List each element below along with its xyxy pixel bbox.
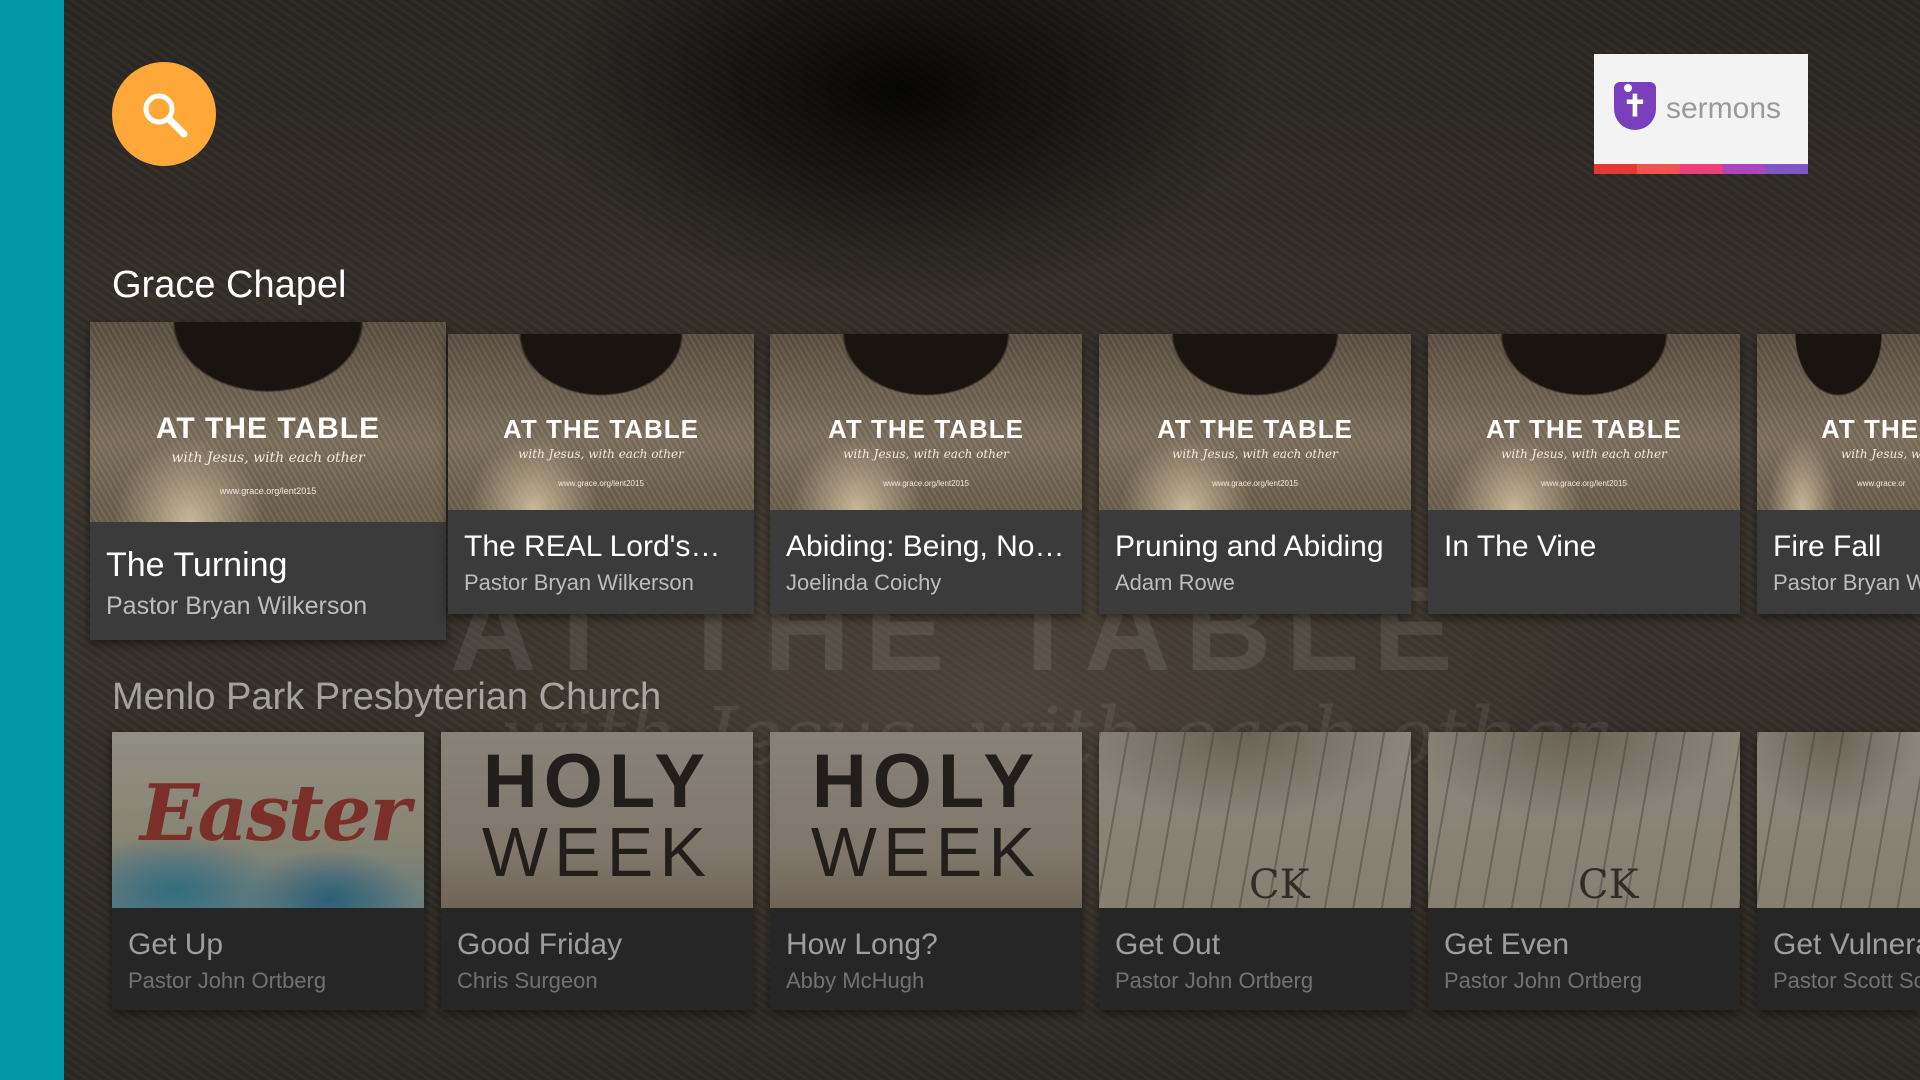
sermon-speaker: Pastor John Ortberg (128, 968, 327, 993)
sermon-speaker: Chris Surgeon (457, 968, 598, 993)
sermon-thumbnail: AT THE TABLE with Jesus, with each other… (448, 334, 754, 510)
sermon-title: Get Up (128, 928, 224, 961)
sermon-speaker: Abby McHugh (786, 968, 925, 993)
thumbnail-url: www.grace.org/lent2015 (219, 486, 317, 496)
sermon-thumbnail: HOLY WEEK (770, 732, 1082, 908)
thumbnail-headline: CK (1249, 862, 1310, 908)
thumbnail-url: www.grace.org/lent2015 (883, 479, 969, 488)
sermon-title: In The Vine (1444, 530, 1597, 563)
thumbnail-headline: AT THE TABLE (1486, 414, 1682, 444)
thumbnail-tagline: with Jesus, with each other (171, 450, 365, 466)
sermon-speaker: Pastor Scott Sc (1773, 968, 1920, 993)
navigation-rail[interactable] (0, 0, 64, 1080)
thumbnail-url: www.grace.org/lent2015 (1541, 479, 1627, 488)
sermon-card[interactable]: Easter Get Up Pastor John Ortberg (112, 732, 424, 1010)
thumbnail-headline: AT THE TABLE (155, 412, 381, 445)
thumbnail-url: www.grace.org/lent2015 (558, 479, 644, 488)
thumbnail-url: www.grace.org/lent2015 (1212, 479, 1298, 488)
row-title-grace-chapel: Grace Chapel (112, 264, 347, 306)
sermon-title: The REAL Lord's… (464, 530, 721, 563)
sermon-title: The Turning (106, 546, 288, 584)
logo-dot (1624, 84, 1632, 92)
sermon-speaker: Pastor John Ortberg (1115, 968, 1314, 993)
sermon-thumbnail: AT THE TABLE with Jesus, with each other… (1428, 334, 1740, 510)
sermon-thumbnail: AT THE TABLE with Jesus, with each other… (770, 334, 1082, 510)
sermon-thumbnail: CK (1428, 732, 1740, 908)
thumbnail-url: www.grace.or (1857, 479, 1906, 488)
sermon-card-focused[interactable]: AT THE TABLE with Jesus, with each other… (90, 322, 446, 640)
sermon-title: Get Vulnerab (1773, 928, 1920, 961)
sermon-title: Abiding: Being, Not… (786, 530, 1070, 563)
app-logo: ✝ sermons (1594, 54, 1808, 174)
bible-cross-icon: ✝ (1614, 82, 1656, 130)
sermon-title: Fire Fall (1773, 530, 1882, 563)
sermon-card[interactable]: AT THE TABLE with Jesus, with each other… (1428, 334, 1740, 614)
sermon-speaker: Pastor Bryan W (1773, 570, 1920, 595)
row-title-menlo-park: Menlo Park Presbyterian Church (112, 676, 662, 718)
sermon-speaker: Pastor Bryan Wilkerson (464, 570, 694, 595)
sermon-card[interactable]: CK Get Out Pastor John Ortberg (1099, 732, 1411, 1010)
sermon-card-partial[interactable]: Get Vulnerab Pastor Scott Sc (1757, 732, 1920, 1010)
sermon-card[interactable]: CK Get Even Pastor John Ortberg (1428, 732, 1740, 1010)
thumbnail-headline: AT THE TABLE (1157, 414, 1353, 444)
thumbnail-headline: AT THE TABLE (503, 414, 699, 444)
sermon-thumbnail: AT THE TABLE with Jesus, with each other… (90, 322, 446, 522)
thumbnail-subheadline: WEEK (810, 813, 1042, 891)
sermon-card[interactable]: HOLY WEEK Good Friday Chris Surgeon (441, 732, 753, 1010)
sermon-card[interactable]: AT THE TABLE with Jesus, with each other… (1099, 334, 1411, 614)
sermon-speaker: Pastor John Ortberg (1444, 968, 1643, 993)
logo-text: sermons (1666, 92, 1782, 125)
thumbnail-headline: Easter (140, 768, 411, 859)
sermon-speaker: Pastor Bryan Wilkerson (106, 592, 368, 620)
thumbnail-tagline: with Jesus, wit (1841, 447, 1920, 461)
thumbnail-subheadline: WEEK (481, 813, 713, 891)
thumbnail-tagline: with Jesus, with each other (518, 447, 684, 461)
sermon-thumbnail: CK (1099, 732, 1411, 908)
sermon-title: Get Out (1115, 928, 1221, 961)
sermon-card[interactable]: AT THE TABLE with Jesus, with each other… (770, 334, 1082, 614)
sermon-thumbnail: Easter (112, 732, 424, 908)
thumbnail-headline: AT THE (1821, 414, 1919, 444)
sermon-card-partial[interactable]: AT THE with Jesus, wit www.grace.or Fire… (1757, 334, 1920, 614)
thumbnail-tagline: with Jesus, with each other (843, 447, 1009, 461)
sermon-thumbnail: AT THE with Jesus, wit www.grace.or (1757, 334, 1920, 510)
sermon-title: Good Friday (457, 928, 623, 961)
thumbnail-tagline: with Jesus, with each other (1501, 447, 1667, 461)
sermon-speaker: Adam Rowe (1115, 570, 1235, 595)
thumbnail-tagline: with Jesus, with each other (1172, 447, 1338, 461)
sermon-card[interactable]: HOLY WEEK How Long? Abby McHugh (770, 732, 1082, 1010)
search-button[interactable] (112, 62, 216, 166)
thumbnail-headline: AT THE TABLE (828, 414, 1024, 444)
sermon-speaker: Joelinda Coichy (786, 570, 942, 595)
logo-stripe (1594, 164, 1808, 174)
sermon-card[interactable]: AT THE TABLE with Jesus, with each other… (448, 334, 754, 614)
thumbnail-headline: CK (1578, 862, 1639, 908)
sermon-title: How Long? (786, 928, 938, 961)
search-icon (143, 93, 188, 138)
sermon-thumbnail (1757, 732, 1920, 908)
sermon-thumbnail: AT THE TABLE with Jesus, with each other… (1099, 334, 1411, 510)
sermon-thumbnail: HOLY WEEK (441, 732, 753, 908)
sermon-title: Pruning and Abiding (1115, 530, 1384, 563)
sermon-title: Get Even (1444, 928, 1570, 961)
